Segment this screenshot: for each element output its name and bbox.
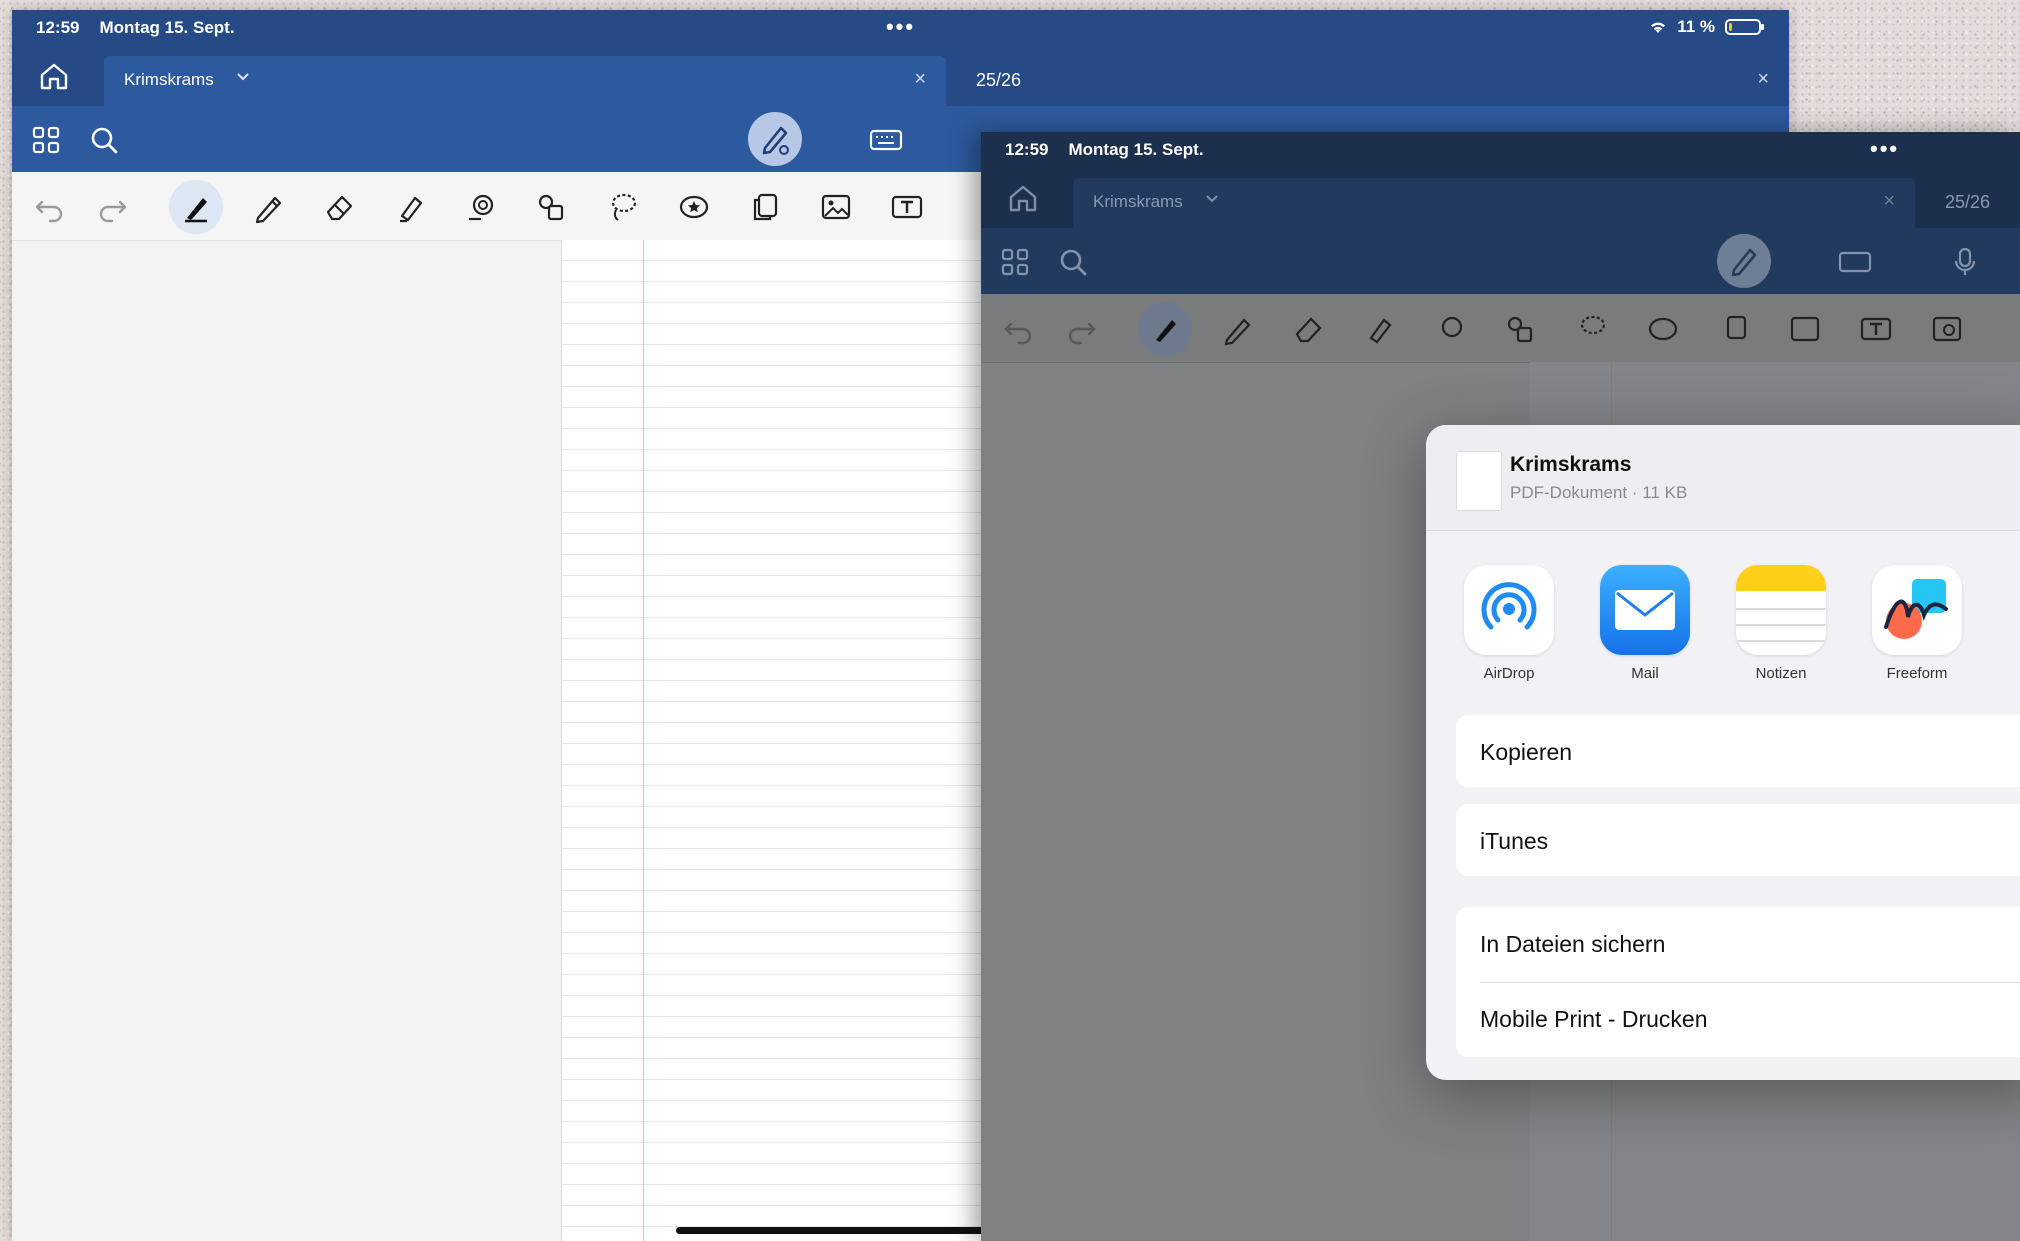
tab-pages-label: 25/26 [1945, 192, 1991, 212]
main-toolbar [981, 228, 2020, 294]
elements-icon[interactable] [535, 190, 569, 224]
chevron-down-icon[interactable] [236, 72, 250, 82]
tab-bar: Krimskrams × 25/26 × [12, 46, 1789, 106]
copy-pages-icon[interactable] [748, 190, 782, 224]
app-label: Notizen [1755, 665, 1807, 682]
app-label: Mail [1631, 665, 1659, 682]
share-sheet: Krimskrams PDF-Dokument · 11 KB AirDrop … [1426, 425, 2020, 1080]
eraser-icon[interactable] [322, 190, 356, 224]
status-time: 12:59 [1005, 140, 1049, 159]
fountain-pen-icon[interactable] [179, 190, 213, 224]
status-bar: 12:59 Montag 15. Sept. ••• [981, 132, 2020, 168]
page-margin-line [643, 240, 644, 1241]
document-thumbnail [1456, 451, 1502, 511]
multitask-dots-icon[interactable]: ••• [886, 14, 915, 40]
tab-bar: Krimskrams × 25/26 [981, 168, 2020, 228]
shape-tool-icon[interactable] [464, 190, 498, 224]
sticker-icon[interactable] [1646, 312, 1680, 346]
grid-icon[interactable] [999, 246, 1031, 278]
share-app-notizen[interactable]: Notizen [1726, 565, 1836, 682]
eraser-icon[interactable] [1291, 312, 1325, 346]
search-icon[interactable] [88, 124, 120, 156]
status-date: Montag 15. Sept. [1068, 140, 1204, 159]
copy-pages-icon[interactable] [1717, 312, 1751, 346]
freeform-icon [1872, 565, 1962, 655]
fountain-pen-icon[interactable] [1148, 312, 1182, 346]
tab-krimskrams[interactable]: Krimskrams × [104, 56, 946, 106]
highlighter-icon[interactable] [1362, 312, 1396, 346]
action-label: In Dateien sichern [1480, 931, 1666, 957]
action-mobile-print[interactable]: Mobile Print - Drucken [1456, 982, 2020, 1057]
grid-icon[interactable] [30, 124, 62, 156]
image-icon[interactable] [1788, 312, 1822, 346]
status-time: 12:59 [36, 18, 80, 37]
pencil-icon[interactable] [1220, 312, 1254, 346]
home-icon[interactable] [36, 60, 72, 92]
text-box-icon[interactable] [890, 190, 924, 224]
action-in-dateien-sichern[interactable]: In Dateien sichern [1456, 907, 2020, 982]
undo-icon[interactable] [1001, 312, 1035, 346]
status-date: Montag 15. Sept. [99, 18, 235, 37]
airdrop-icon [1464, 565, 1554, 655]
app-label: Freeform [1886, 665, 1948, 682]
action-label: iTunes [1480, 828, 1549, 854]
tab-label: Krimskrams [1093, 192, 1183, 211]
undo-icon[interactable] [32, 190, 66, 224]
document-subtitle: PDF-Dokument · 11 KB [1510, 483, 1688, 502]
tab-krimskrams[interactable]: Krimskrams × [1073, 178, 1915, 228]
home-icon[interactable] [1005, 182, 1041, 214]
status-bar: 12:59 Montag 15. Sept. ••• 11 % [12, 10, 1789, 46]
share-app-freeform[interactable]: Freeform [1862, 565, 1972, 682]
pen-edit-icon [1731, 248, 1757, 277]
elements-icon[interactable] [1504, 312, 1538, 346]
action-label: Mobile Print - Drucken [1480, 1006, 1708, 1032]
pencil-icon[interactable] [251, 190, 285, 224]
share-app-airdrop[interactable]: AirDrop [1454, 565, 1564, 682]
scan-image-icon[interactable] [1930, 312, 1964, 346]
tab-label: Krimskrams [124, 70, 214, 89]
chevron-down-icon[interactable] [1205, 194, 1219, 204]
keyboard-icon[interactable] [1837, 246, 1873, 278]
sticker-icon[interactable] [677, 190, 711, 224]
action-itunes[interactable]: iTunes [1456, 804, 2020, 876]
close-tab-icon[interactable]: × [914, 68, 926, 91]
status-right: 11 % [1649, 17, 1764, 37]
microphone-icon[interactable] [1949, 246, 1981, 278]
keyboard-icon[interactable] [868, 124, 904, 156]
action-group: In Dateien sichern Mobile Print - Drucke… [1456, 907, 2020, 1057]
tab-pages-label: 25/26 [976, 70, 1022, 90]
pencil-mode-button[interactable] [1717, 234, 1771, 288]
tab-pages[interactable]: 25/26 × [958, 56, 1789, 106]
text-box-icon[interactable] [1859, 312, 1893, 346]
action-kopieren[interactable]: Kopieren [1456, 715, 2020, 787]
action-label: Kopieren [1480, 739, 1573, 765]
pen-edit-icon [762, 126, 789, 155]
tab-pages[interactable]: 25/26 [1927, 178, 2020, 228]
app-label: AirDrop [1483, 665, 1535, 682]
battery-percent: 11 % [1677, 17, 1715, 36]
lasso-icon[interactable] [606, 190, 640, 224]
shape-tool-icon[interactable] [1433, 312, 1467, 346]
home-indicator[interactable] [676, 1227, 996, 1234]
share-app-mail[interactable]: Mail [1590, 565, 1700, 682]
redo-icon[interactable] [96, 190, 130, 224]
share-sheet-header: Krimskrams PDF-Dokument · 11 KB [1426, 425, 2020, 531]
image-icon[interactable] [819, 190, 853, 224]
multitask-dots-icon[interactable]: ••• [1870, 136, 1899, 162]
mail-icon [1600, 565, 1690, 655]
close-tab-icon[interactable]: × [1757, 68, 1769, 91]
highlighter-icon[interactable] [393, 190, 427, 224]
wifi-icon [1651, 22, 1666, 33]
notes-icon [1736, 565, 1826, 655]
pencil-mode-button[interactable] [748, 112, 802, 166]
lasso-icon[interactable] [1575, 312, 1609, 346]
close-tab-icon[interactable]: × [1883, 190, 1895, 213]
battery-icon [1725, 19, 1764, 35]
search-icon[interactable] [1057, 246, 1089, 278]
redo-icon[interactable] [1065, 312, 1099, 346]
drawing-tools-bar [981, 294, 2020, 363]
document-title: Krimskrams [1510, 453, 1632, 476]
